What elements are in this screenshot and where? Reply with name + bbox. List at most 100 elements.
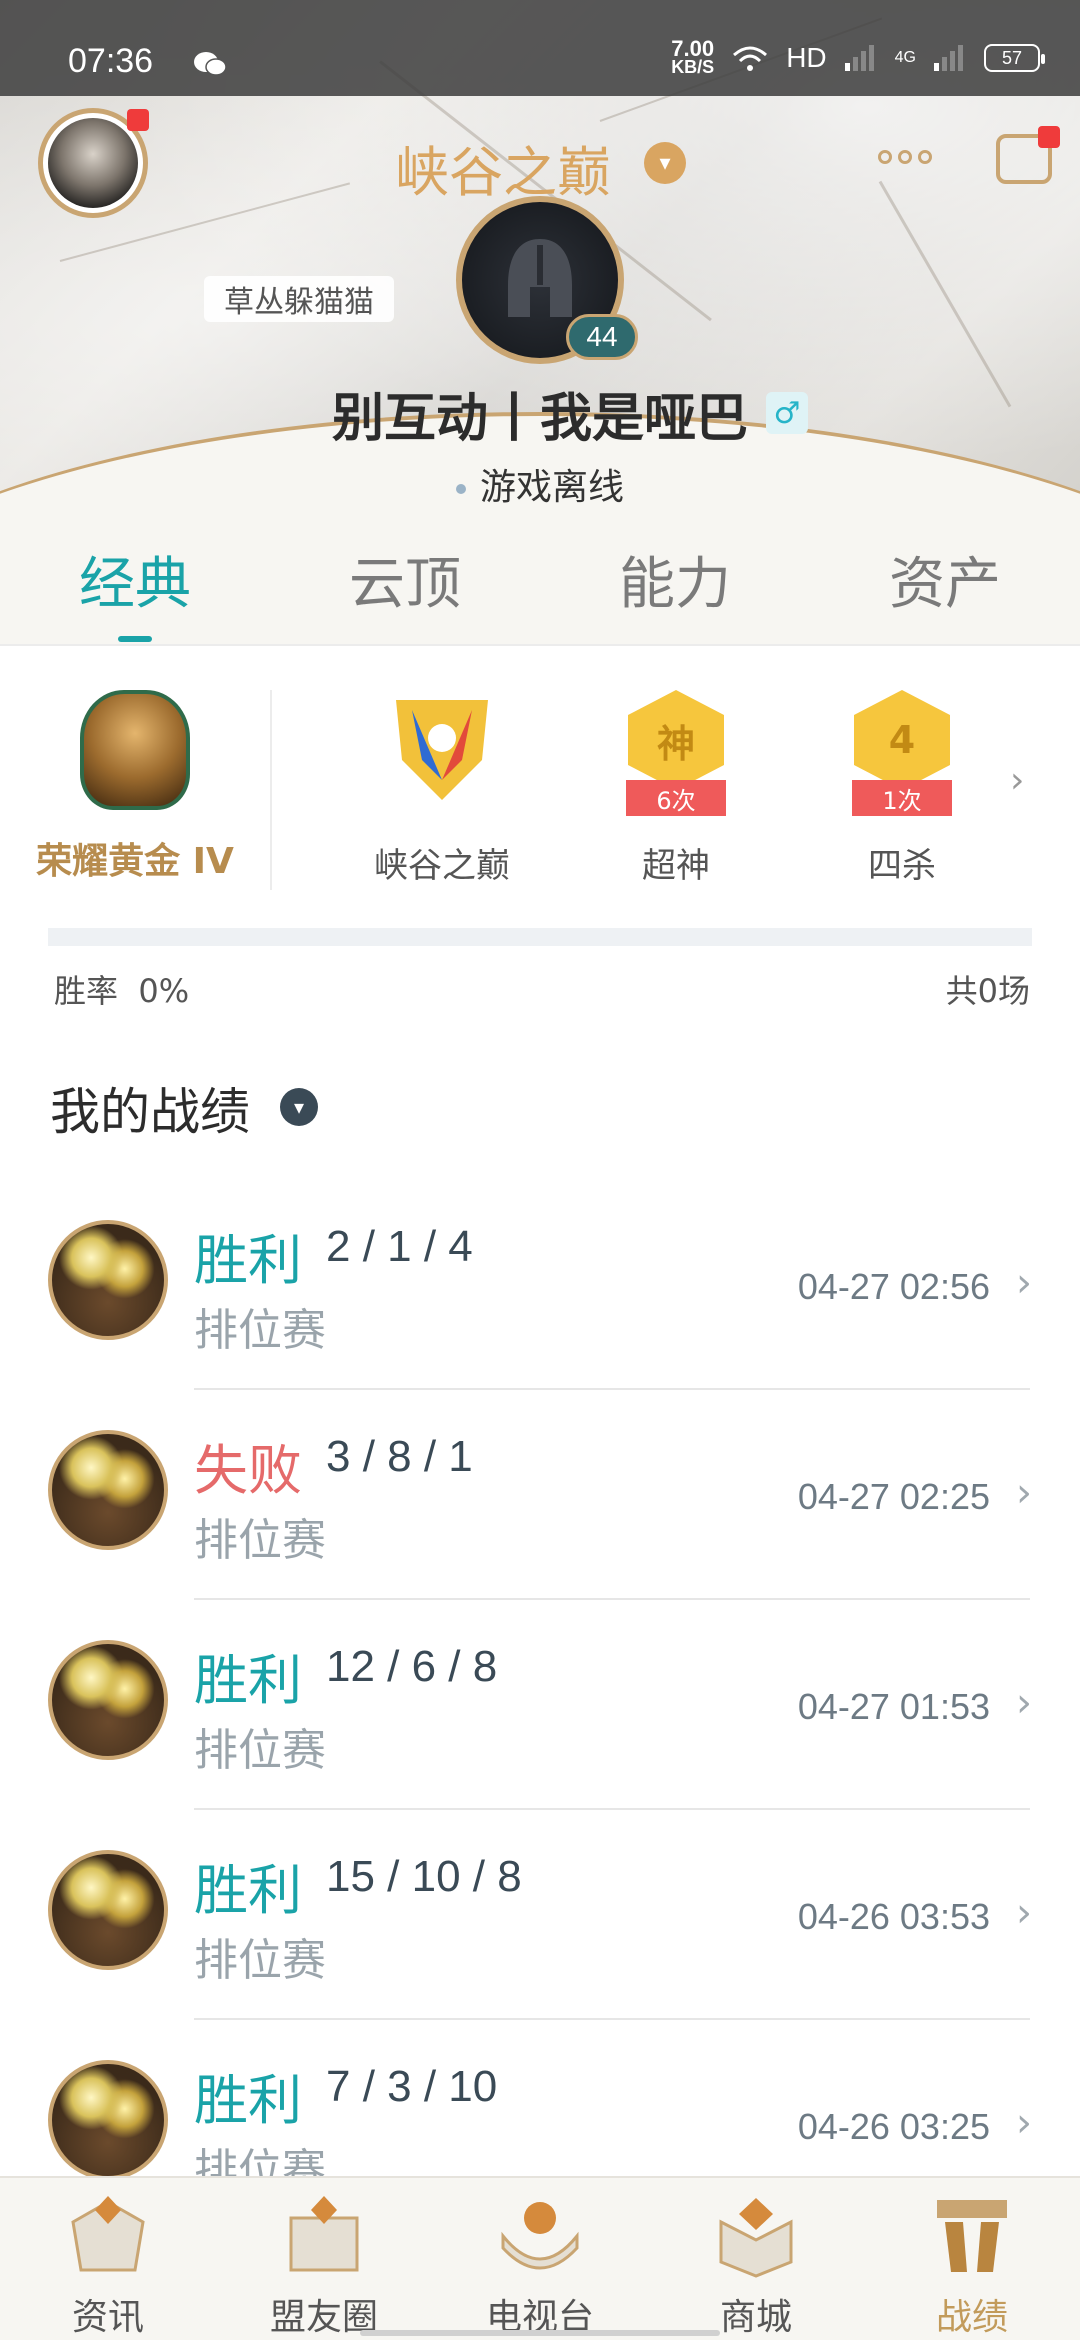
winrate: 胜率 0% [54,966,189,1012]
profile-header: 07:36 7.00 KB/S HD 4G 57 峡谷之巅 ▾ 草丛躲猫猫 44… [0,0,1080,530]
wifi-icon [733,46,768,71]
match-row[interactable]: 胜利 12 / 6 / 8 排位赛 04-27 01:53 › [0,1600,1080,1810]
match-result: 胜利 [194,1649,302,1712]
match-time: 04-27 02:56 [797,1266,990,1307]
nav-friends[interactable]: 盟友圈 [216,2178,432,2340]
achievement-count: 6次 [626,780,726,816]
marble-vein [878,180,1012,408]
achievement-label: 超神 [642,846,710,886]
godlike-hex: 神 [628,690,724,790]
achievements-row: 荣耀黄金 IV 峡谷之巅 神 6次 超神 4 1次 四杀 › [0,670,1080,910]
champion-avatar [48,2060,168,2180]
champion-avatar [48,1850,168,1970]
champion-avatar [48,1430,168,1550]
signal-icon [844,45,874,71]
match-type: 排位赛 [194,1515,326,1566]
chevron-right-icon: › [1016,1260,1032,1306]
match-kda: 3 / 8 / 1 [326,1432,473,1481]
match-time: 04-27 01:53 [797,1686,990,1727]
match-row[interactable]: 胜利 15 / 10 / 8 排位赛 04-26 03:53 › [0,1810,1080,2020]
rank-tier[interactable]: 荣耀黄金 IV [20,690,250,884]
achievement-quadra-kill[interactable]: 4 1次 四杀 [822,690,982,887]
net-speed-value: 7.00 [671,36,715,61]
match-kda: 2 / 1 / 4 [326,1222,473,1271]
match-time: 04-26 03:53 [797,1896,990,1937]
match-type: 排位赛 [194,1935,326,1986]
tab-ability[interactable]: 能力 [540,540,810,640]
user-avatar[interactable] [38,108,149,218]
match-time: 04-26 03:25 [797,2106,990,2147]
quadra-hex: 4 [854,690,950,790]
wechat-icon [194,52,227,76]
avatar-image [48,118,138,208]
home-indicator[interactable] [360,2330,720,2336]
rank-label: 荣耀黄金 IV [36,841,234,882]
section-title[interactable]: 我的战绩 [50,1072,250,1144]
net-speed-unit: KB/S [671,57,715,77]
chevron-down-icon[interactable]: ▾ [644,142,686,184]
peak-badge-icon [382,690,502,810]
battery-icon: 57 [984,44,1045,72]
champion-avatar [48,1220,168,1340]
match-kda: 15 / 10 / 8 [326,1852,522,1901]
achievement-count: 1次 [852,780,952,816]
achievement-label: 峡谷之巅 [374,846,510,886]
helmet-icon [508,239,572,317]
nav-store[interactable]: 商城 [648,2178,864,2340]
male-gender-icon: ♂ [766,392,808,434]
more-icon[interactable] [878,150,932,164]
match-result: 胜利 [194,1859,302,1922]
nav-label: 战绩 [935,2297,1008,2338]
status-dot [455,484,466,494]
godlike-badge-icon: 神 6次 [616,690,736,816]
champion-avatar [48,1640,168,1760]
match-row[interactable]: 失败 3 / 8 / 1 排位赛 04-27 02:25 › [0,1390,1080,1600]
nav-news[interactable]: 资讯 [0,2178,216,2340]
player-name: 别互动丨我是哑巴 [331,389,748,449]
level-badge: 44 [566,314,638,360]
chevron-down-icon[interactable]: ▾ [280,1088,318,1126]
winrate-value: 0% [138,972,190,1010]
quadra-kill-badge-icon: 4 1次 [842,690,962,816]
divider [270,690,272,890]
match-kda: 12 / 6 / 8 [326,1642,498,1691]
chevron-right-icon: › [1016,1470,1032,1516]
friends-icon [289,2196,359,2272]
chevron-right-icon: › [1016,1890,1032,1936]
match-result: 失败 [194,1439,302,1502]
match-list: 胜利 2 / 1 / 4 排位赛 04-27 02:56 › 失败 3 / 8 … [0,1180,1080,2230]
tab-tft[interactable]: 云顶 [270,540,540,640]
chevron-right-icon[interactable]: › [1010,760,1024,801]
status-icons: 7.00 KB/S HD 4G 57 [671,36,1045,77]
match-type: 排位赛 [194,1725,326,1776]
online-status: 游戏离线 [0,458,1080,510]
winrate-progress-bar [48,928,1032,946]
match-result: 胜利 [194,1229,302,1292]
match-result: 胜利 [194,2069,302,2132]
battery-level: 57 [1001,47,1023,68]
achievement-label: 四杀 [868,846,936,886]
tab-classic[interactable]: 经典 [0,540,270,642]
bottom-nav: 资讯 盟友圈 电视台 商城 战绩 [0,2176,1080,2340]
notification-dot [1038,126,1060,148]
tab-assets[interactable]: 资产 [810,540,1080,640]
server-title[interactable]: 峡谷之巅 [395,128,611,207]
match-time: 04-27 02:25 [797,1476,990,1517]
online-status-text: 游戏离线 [479,467,624,508]
match-type: 排位赛 [194,1305,326,1356]
signal-label: 4G [894,49,916,66]
net-speed: 7.00 KB/S [671,36,715,77]
signal-icon-2 [934,45,963,71]
nav-tv[interactable]: 电视台 [432,2178,648,2340]
match-row[interactable]: 胜利 2 / 1 / 4 排位赛 04-27 02:56 › [0,1180,1080,1390]
achievement-peak[interactable]: 峡谷之巅 [362,690,522,887]
chevron-right-icon: › [1016,2100,1032,2146]
winrate-label: 胜率 [54,972,119,1010]
nav-records[interactable]: 战绩 [864,2178,1080,2340]
tv-icon [501,2202,579,2270]
title-tag[interactable]: 草丛躲猫猫 [204,276,394,322]
achievement-godlike[interactable]: 神 6次 超神 [596,690,756,887]
network-type: HD [786,42,827,73]
chat-icon[interactable] [996,126,1060,184]
match-kda: 7 / 3 / 10 [326,2062,498,2111]
